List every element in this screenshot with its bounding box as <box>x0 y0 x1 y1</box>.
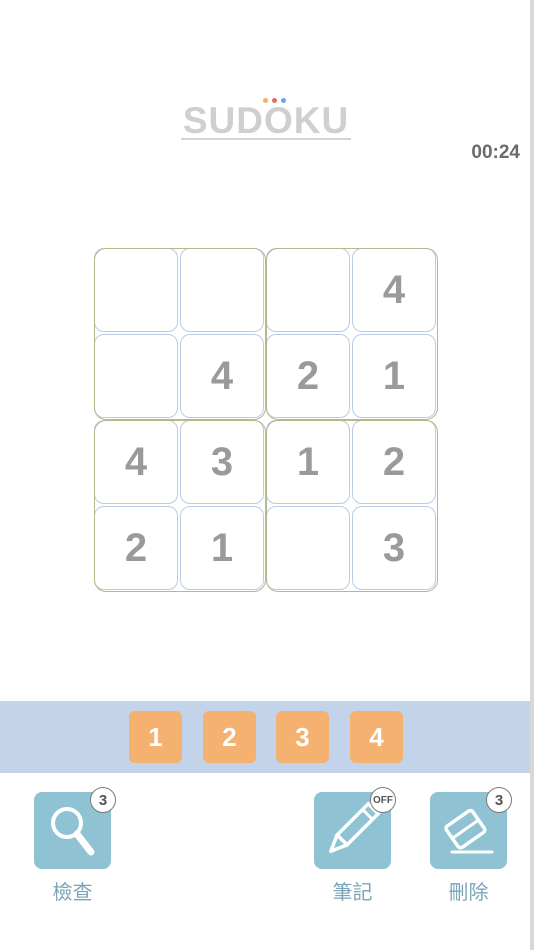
board-cell[interactable]: 2 <box>266 334 350 418</box>
board-cell[interactable]: 4 <box>94 420 178 504</box>
board-cell[interactable] <box>266 506 350 590</box>
game-timer: 00:24 <box>471 142 520 163</box>
sudoku-logo: SUDOKU <box>181 98 351 144</box>
board-cell[interactable] <box>94 248 178 332</box>
board-cell[interactable] <box>94 334 178 418</box>
number-button-4[interactable]: 4 <box>350 711 403 763</box>
notes-toggle-badge: OFF <box>370 787 396 813</box>
sudoku-board: 4 4 2 1 4 3 1 2 2 1 3 <box>94 248 438 592</box>
number-button-1[interactable]: 1 <box>129 711 182 763</box>
board-cell[interactable]: 1 <box>180 506 264 590</box>
board-cell[interactable]: 1 <box>266 420 350 504</box>
board-cell[interactable]: 4 <box>180 334 264 418</box>
number-button-3[interactable]: 3 <box>276 711 329 763</box>
erase-label: 刪除 <box>448 882 489 904</box>
board-cell[interactable] <box>180 248 264 332</box>
board-cell[interactable] <box>266 248 350 332</box>
board-cell[interactable]: 2 <box>352 420 436 504</box>
screen-edge <box>530 0 534 950</box>
board-cell[interactable]: 4 <box>352 248 436 332</box>
board-cell[interactable]: 2 <box>94 506 178 590</box>
logo-text: SUDOKU <box>182 100 350 141</box>
board-cell[interactable]: 3 <box>180 420 264 504</box>
number-button-2[interactable]: 2 <box>203 711 256 763</box>
board-cell[interactable]: 1 <box>352 334 436 418</box>
erase-badge: 3 <box>486 787 512 813</box>
check-badge: 3 <box>90 787 116 813</box>
number-bar: 1 2 3 4 <box>0 701 530 773</box>
logo-underline <box>181 138 351 140</box>
notes-label: 筆記 <box>332 882 373 904</box>
check-label: 檢查 <box>52 882 93 904</box>
board-cell[interactable]: 3 <box>352 506 436 590</box>
